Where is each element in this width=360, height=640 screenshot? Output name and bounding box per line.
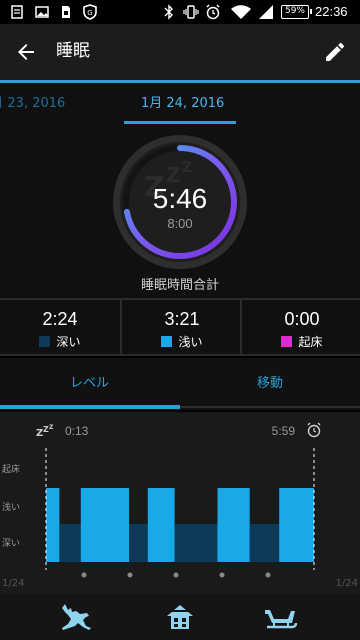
- deer-icon: [62, 604, 91, 630]
- total-sleep-label: 睡眠時間合計: [140, 278, 219, 293]
- sleep-start-zzz-icon: Z Z Z: [36, 424, 54, 439]
- light-sleep-segment: [147, 488, 175, 562]
- sleep-level-chart[interactable]: Z Z Z 0:13 5:59 起床 浅い 深い 1/24 1/24: [0, 412, 360, 594]
- stat-awake: 0:00 起床: [240, 300, 360, 354]
- page-dot: [219, 572, 225, 578]
- level-label-light: 浅い: [2, 501, 20, 513]
- deep-sleep-segment: [249, 524, 280, 562]
- light-sleep-segment: [80, 488, 129, 562]
- stat-value: 2:24: [42, 309, 78, 329]
- deep-sleep-segment: [129, 524, 148, 562]
- stat-legend: 起床: [242, 333, 360, 350]
- awake-swatch: [281, 336, 293, 347]
- shield-icon: G: [82, 4, 98, 20]
- stat-legend: 深い: [0, 333, 120, 350]
- bluetooth-icon: [162, 4, 176, 20]
- stat-label: 浅い: [178, 335, 203, 349]
- light-sleep-segment: [46, 488, 60, 562]
- svg-text:G: G: [87, 9, 92, 17]
- signal-icon: [258, 4, 274, 20]
- nav-activity[interactable]: [58, 600, 94, 634]
- light-sleep-segment: [279, 488, 314, 562]
- date-selector: 1月 23, 2016 1月 24, 2016: [0, 80, 360, 124]
- total-sleep-value: 5:46: [152, 183, 208, 214]
- stat-light: 3:21 浅い: [120, 300, 240, 354]
- nav-sleep[interactable]: [262, 600, 298, 634]
- stat-label: 深い: [56, 335, 81, 349]
- alarm-icon: [205, 4, 221, 20]
- page-dot: [265, 572, 271, 578]
- chart-date-left: 1/24: [2, 578, 24, 589]
- house-icon: [167, 605, 193, 629]
- level-label-deep: 深い: [2, 538, 20, 549]
- nav-home[interactable]: [162, 600, 198, 634]
- sleep-segments: [46, 488, 314, 562]
- battery-level: 59%: [281, 5, 312, 19]
- stat-legend: 浅い: [122, 333, 242, 350]
- stat-deep: 2:24 深い: [0, 300, 120, 354]
- edit-button[interactable]: [323, 40, 347, 64]
- chart-end-time: 5:59: [272, 424, 296, 438]
- tab-movement[interactable]: 移動: [257, 375, 283, 393]
- notes-icon: [10, 4, 24, 20]
- deep-sleep-segment: [59, 524, 81, 562]
- sleep-stats: 2:24 深い 3:21 浅い 0:00 起床: [0, 298, 360, 356]
- app-bar: 睡眠: [0, 24, 360, 80]
- sleigh-icon: [265, 610, 298, 629]
- level-label-awake: 起床: [2, 463, 20, 475]
- page-dot: [81, 572, 87, 578]
- wake-alarm-icon: [307, 422, 321, 438]
- svg-text:Z: Z: [182, 160, 192, 176]
- vibrate-icon: [183, 4, 199, 20]
- page-dot: [173, 572, 179, 578]
- light-swatch: [161, 336, 173, 347]
- stat-value: 0:00: [284, 309, 320, 329]
- sleep-chart-svg: Z Z Z 0:13 5:59 起床 浅い 深い 1/24 1/24: [2, 422, 358, 589]
- wifi-icon: [231, 4, 251, 20]
- tab-level[interactable]: レベル: [70, 375, 109, 393]
- date-tab-previous[interactable]: 1月 23, 2016: [0, 95, 65, 113]
- status-bar: G 59% 22:36: [0, 0, 360, 24]
- page-title: 睡眠: [56, 41, 90, 61]
- back-button[interactable]: [14, 40, 38, 64]
- pencil-icon: [326, 42, 345, 61]
- sleep-goal: 8:00: [167, 216, 193, 231]
- svg-text:Z: Z: [49, 424, 54, 431]
- date-tab-current[interactable]: 1月 24, 2016: [141, 95, 224, 113]
- sleep-summary: Z Z Z 5:46 8:00 睡眠時間合計: [0, 124, 360, 298]
- clock: 22:36: [315, 4, 348, 19]
- page-dot: [127, 572, 133, 578]
- deep-swatch: [39, 336, 51, 347]
- sim-icon: [59, 4, 73, 20]
- deep-sleep-segment: [174, 524, 218, 562]
- chart-date-right: 1/24: [336, 578, 358, 589]
- light-sleep-segment: [217, 488, 250, 562]
- page-dots: [81, 572, 271, 578]
- tab-indicator: [0, 405, 180, 409]
- stat-label: 起床: [298, 335, 323, 349]
- stat-value: 3:21: [164, 309, 200, 329]
- back-arrow-icon: [18, 44, 34, 60]
- view-tabs: レベル 移動: [0, 358, 360, 410]
- chart-start-time: 0:13: [65, 424, 89, 438]
- bottom-nav: [0, 594, 360, 640]
- image-icon: [34, 4, 50, 20]
